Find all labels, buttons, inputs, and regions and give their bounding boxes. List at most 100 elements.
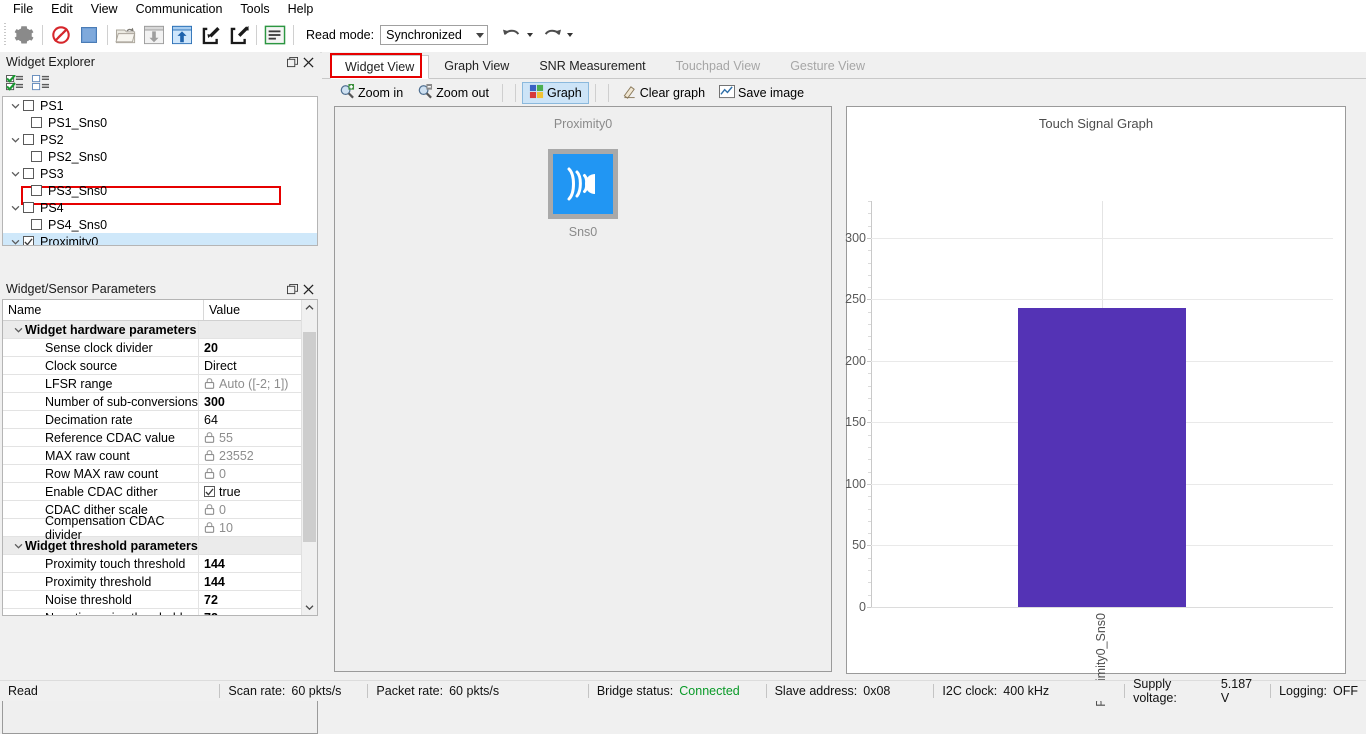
menu-item-communication[interactable]: Communication [127,0,232,18]
read-mode-select[interactable]: Synchronized [380,25,489,45]
download-to-device-icon[interactable] [140,21,168,49]
tab-widget-view[interactable]: Widget View [330,55,430,79]
tree-item-ps4[interactable]: PS4 [3,199,317,216]
graph-toolbar-clear-graph-button[interactable]: Clear graph [615,82,712,104]
param-value[interactable]: 144 [204,575,225,589]
menu-item-help[interactable]: Help [279,0,323,18]
menu-item-view[interactable]: View [82,0,127,18]
settings-gear-icon[interactable] [10,21,38,49]
menu-item-edit[interactable]: Edit [42,0,82,18]
toolbar-grip[interactable] [2,23,8,47]
param-row-row-max-raw-count[interactable]: Row MAX raw count 0 [3,465,317,483]
scroll-up-icon[interactable] [302,300,317,315]
param-value-cell[interactable] [199,321,317,338]
tree-item-ps3[interactable]: PS3 [3,165,317,182]
tree-item-checkbox[interactable] [23,202,34,213]
param-value[interactable]: 72 [204,611,218,616]
param-row-decimation-rate[interactable]: Decimation rate 64 [3,411,317,429]
param-row-proximity-touch-threshold[interactable]: Proximity touch threshold 144 [3,555,317,573]
param-value-cell[interactable]: 72 [199,609,317,616]
param-row-widget-hardware-parameters[interactable]: Widget hardware parameters [3,321,317,339]
undo-button[interactable] [498,21,526,49]
chevron-down-icon[interactable] [7,239,23,245]
float-panel-icon[interactable] [284,281,300,297]
param-row-number-of-sub-conversions[interactable]: Number of sub-conversions 300 [3,393,317,411]
tree-item-ps2_sns0[interactable]: PS2_Sns0 [3,148,317,165]
chevron-down-icon[interactable] [7,171,23,177]
tab-graph-view[interactable]: Graph View [429,54,524,78]
param-value-cell[interactable]: 144 [199,555,317,572]
touch-signal-graph-pane[interactable]: Touch Signal Graph 0 50 100 150 200 250 300 Pro… [845,106,1346,707]
param-row-reference-cdac-value[interactable]: Reference CDAC value 55 [3,429,317,447]
param-row-noise-threshold[interactable]: Noise threshold 72 [3,591,317,609]
param-value-cell[interactable]: 0 [199,465,317,482]
redo-button[interactable] [538,21,566,49]
param-value[interactable]: Direct [204,359,237,373]
param-value-cell[interactable]: Direct [199,357,317,374]
log-icon[interactable] [261,21,289,49]
check-all-icon[interactable] [6,73,24,94]
close-icon[interactable] [300,281,316,297]
widget-tree[interactable]: PS1 PS1_Sns0 PS2 PS2_Sns0 PS3 PS3_Sns0 PS4 PS4_… [2,96,318,246]
parameters-table[interactable]: Name Value Widget hardware parameters Sen… [2,299,318,616]
tree-item-ps1[interactable]: PS1 [3,97,317,114]
tree-item-checkbox[interactable] [31,219,42,230]
tree-item-ps4_sns0[interactable]: PS4_Sns0 [3,216,317,233]
undo-dropdown-icon[interactable] [527,33,534,37]
param-value[interactable]: 64 [204,413,218,427]
param-value[interactable]: 20 [204,341,218,355]
stop-square-icon[interactable] [75,21,103,49]
param-value[interactable]: 72 [204,593,218,607]
param-row-compensation-cdac-divider[interactable]: Compensation CDAC divider 10 [3,514,317,542]
tree-item-ps1_sns0[interactable]: PS1_Sns0 [3,114,317,131]
tree-item-checkbox[interactable] [23,168,34,179]
tree-item-checkbox[interactable] [23,236,34,245]
sensor-tile[interactable] [548,149,618,219]
tree-item-proximity0[interactable]: Proximity0 [3,233,317,245]
scroll-down-icon[interactable] [302,600,317,615]
param-value-cell[interactable]: 72 [199,591,317,608]
param-value-cell[interactable]: true [199,483,317,500]
param-value-checkbox[interactable] [204,486,215,497]
chevron-down-icon[interactable] [7,103,23,109]
parameters-scrollbar[interactable] [301,300,317,615]
param-value-cell[interactable]: 23552 [199,447,317,464]
import-icon[interactable] [196,21,224,49]
param-row-enable-cdac-dither[interactable]: Enable CDAC dither true [3,483,317,501]
chevron-down-icon[interactable] [11,327,25,333]
stop-scanning-icon[interactable] [47,21,75,49]
uncheck-all-icon[interactable] [32,74,50,94]
redo-dropdown-icon[interactable] [567,33,574,37]
open-file-icon[interactable] [112,21,140,49]
param-row-max-raw-count[interactable]: MAX raw count 23552 [3,447,317,465]
graph-toolbar-zoom-out-button[interactable]: Zoom out [410,82,496,104]
param-value[interactable]: 300 [204,395,225,409]
chevron-down-icon[interactable] [7,205,23,211]
graph-toolbar-save-image-button[interactable]: Save image [712,82,811,104]
param-row-widget-threshold-parameters[interactable]: Widget threshold parameters [3,537,317,555]
param-row-lfsr-range[interactable]: LFSR range Auto ([-2; 1]) [3,375,317,393]
export-icon[interactable] [224,21,252,49]
param-value-cell[interactable]: 20 [199,339,317,356]
chevron-down-icon[interactable] [7,137,23,143]
param-value-cell[interactable]: 300 [199,393,317,410]
param-value-cell[interactable]: 55 [199,429,317,446]
tree-item-checkbox[interactable] [31,117,42,128]
graph-toolbar-zoom-in-button[interactable]: Zoom in [332,82,410,104]
close-icon[interactable] [300,54,316,70]
float-panel-icon[interactable] [284,54,300,70]
tree-item-ps2[interactable]: PS2 [3,131,317,148]
graph-toolbar-graph-button[interactable]: Graph [521,82,589,104]
scrollbar-thumb[interactable] [303,332,316,542]
tree-item-checkbox[interactable] [31,185,42,196]
chart-bar[interactable] [1017,308,1187,607]
param-value-cell[interactable]: 10 [199,519,317,536]
param-value-cell[interactable]: Auto ([-2; 1]) [199,375,317,392]
param-value-cell[interactable]: 144 [199,573,317,590]
param-row-proximity-threshold[interactable]: Proximity threshold 144 [3,573,317,591]
param-row-negative-noise-threshold[interactable]: Negative noise threshold 72 [3,609,317,616]
param-value-cell[interactable]: 0 [199,501,317,518]
param-value-cell[interactable]: 64 [199,411,317,428]
param-value-cell[interactable] [199,537,317,554]
param-row-clock-source[interactable]: Clock source Direct [3,357,317,375]
